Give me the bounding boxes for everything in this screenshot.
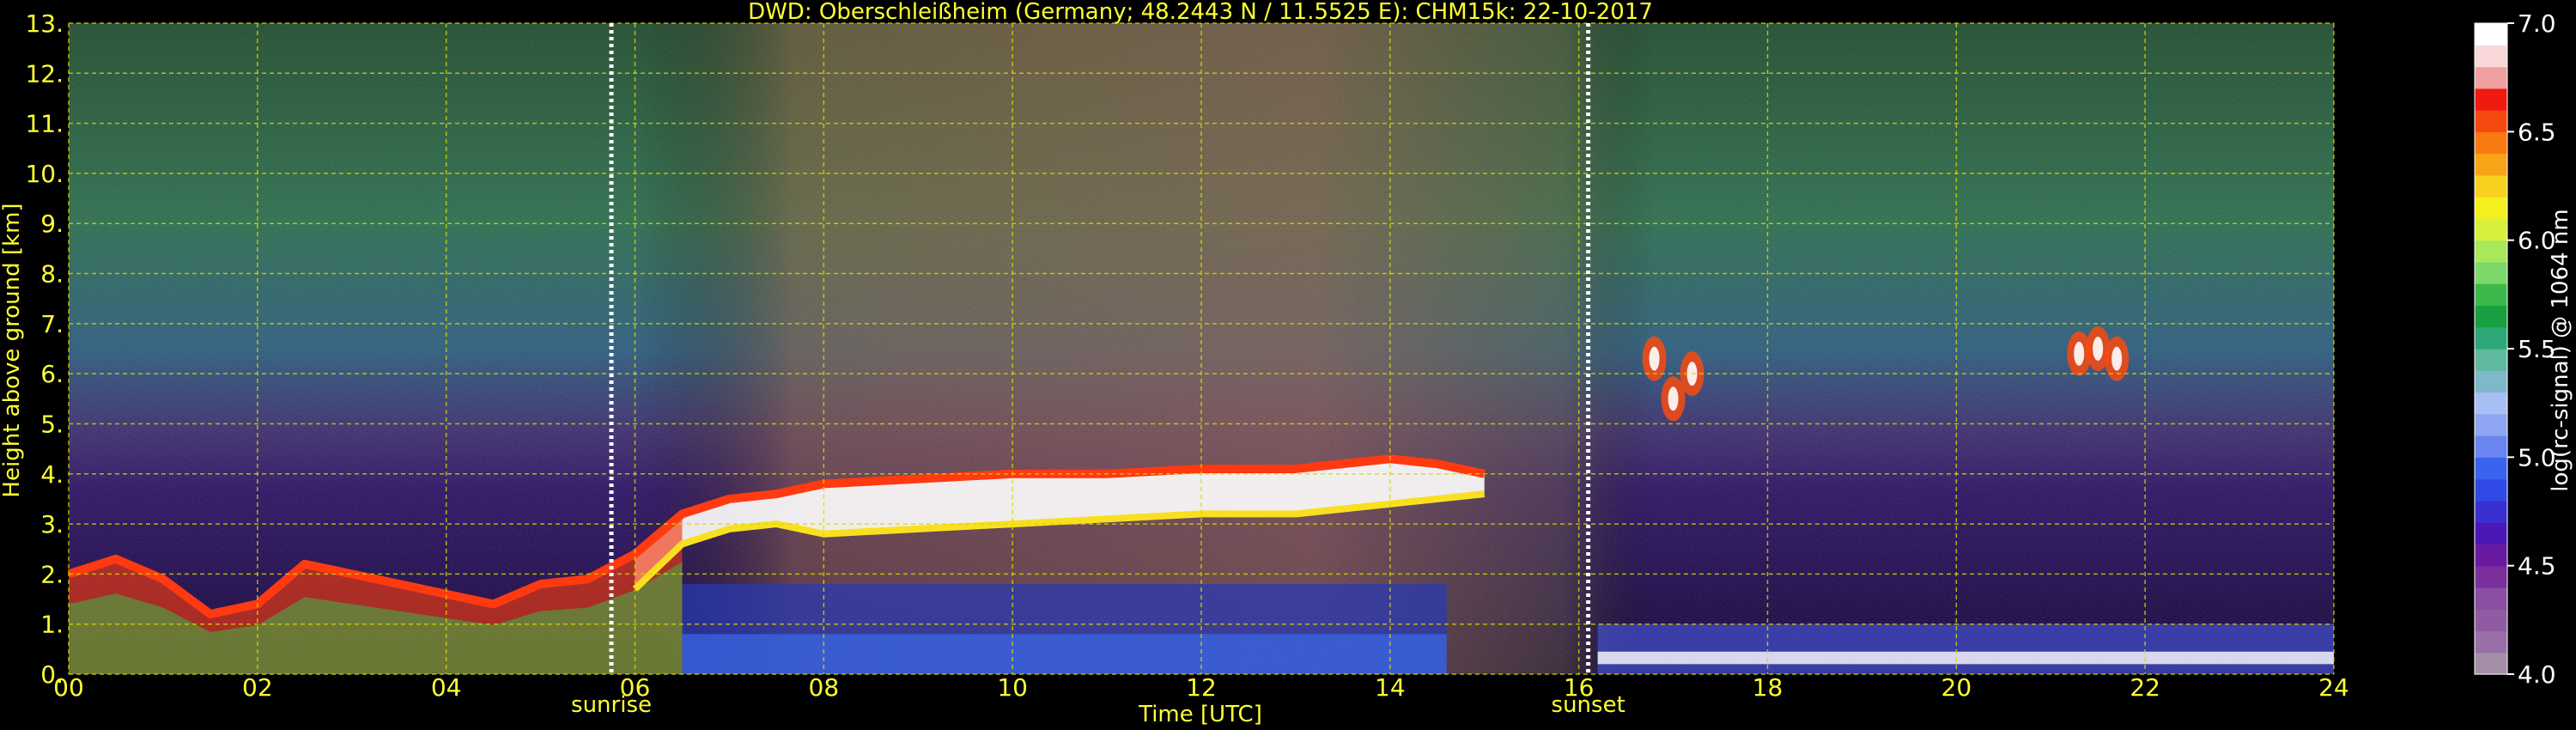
colorbar-segment <box>2475 392 2507 415</box>
x-tick-label: 18 <box>1753 673 1783 702</box>
y-tick-label: 7. <box>40 310 64 338</box>
colorbar-segment <box>2475 587 2507 610</box>
colorbar-segment <box>2475 218 2507 241</box>
x-axis-label: Time [UTC] <box>1138 702 1262 727</box>
colorbar-segment <box>2475 457 2507 480</box>
x-tick-label: 20 <box>1941 673 1972 702</box>
x-tick-label: 12 <box>1186 673 1217 702</box>
x-tick-label: 10 <box>997 673 1028 702</box>
colorbar-segment <box>2475 478 2507 502</box>
colorbar-segment <box>2475 45 2507 68</box>
x-tick-labels: 00 02 04 06 08 10 12 14 16 18 20 22 24 <box>53 673 2349 702</box>
y-tick-label: 2. <box>40 560 64 588</box>
x-tick-label: 24 <box>2318 673 2349 702</box>
colorbar-segment <box>2475 110 2507 132</box>
colorbar-label: log(rc-signal) @ 1064 nm <box>2548 209 2573 491</box>
x-tick-label: 14 <box>1375 673 1406 702</box>
colorbar-segment <box>2475 153 2507 176</box>
colorbar-segment <box>2475 435 2507 458</box>
y-tick-label: 3. <box>40 510 64 538</box>
x-tick-label: 02 <box>242 673 273 702</box>
colorbar-segment <box>2475 652 2507 675</box>
y-axis-label: Height above ground [km] <box>0 203 25 497</box>
colorbar-segment <box>2475 349 2507 371</box>
cloud-core <box>2111 346 2123 371</box>
colorbar-segment <box>2475 197 2507 219</box>
x-tick-label: 16 <box>1564 673 1595 702</box>
colorbar-segment <box>2475 131 2507 155</box>
colorbar-segment <box>2475 174 2507 198</box>
y-tick-label: 1. <box>40 611 64 639</box>
colorbar-segment <box>2475 565 2507 588</box>
x-tick-label: 06 <box>620 673 651 702</box>
colorbar-segment <box>2475 413 2507 436</box>
colorbar-tick-label: 4.0 <box>2518 660 2556 689</box>
y-tick-label: 9. <box>40 210 64 238</box>
y-tick-label: 10. <box>25 160 64 188</box>
x-tick-label: 04 <box>431 673 462 702</box>
colorbar-segment <box>2475 326 2507 350</box>
cloud-core <box>1668 386 1679 411</box>
chart-title: DWD: Oberschleißheim (Germany; 48.2443 N… <box>748 0 1653 25</box>
colorbar-segment <box>2475 261 2507 284</box>
y-tick-labels: 0. 1. 2. 3. 4. 5. 6. 7. 8. 9. 10. 11. 12. 13. <box>25 9 64 689</box>
y-tick-label: 13. <box>25 9 64 38</box>
colorbar-segment <box>2475 283 2507 307</box>
colorbar-segment <box>2475 609 2507 632</box>
y-tick-label: 8. <box>40 260 64 289</box>
colorbar-segment <box>2475 23 2507 46</box>
colorbar-tick-label: 6.5 <box>2518 118 2556 146</box>
colorbar-segment <box>2475 305 2507 328</box>
cloud-core <box>2074 341 2085 366</box>
colorbar <box>2474 22 2508 675</box>
evening-surface-bright <box>1597 651 2334 665</box>
cloud-core <box>1649 346 1660 371</box>
x-tick-label: 22 <box>2129 673 2160 702</box>
colorbar-segment <box>2475 240 2507 263</box>
y-tick-label: 5. <box>40 410 64 438</box>
surface-layer-band <box>682 634 1447 674</box>
y-tick-label: 4. <box>40 460 64 489</box>
y-tick-label: 6. <box>40 360 64 388</box>
evening-surface-layer <box>1597 624 2334 674</box>
colorbar-segment <box>2475 88 2507 111</box>
colorbar-segment <box>2475 522 2507 544</box>
y-tick-label: 12. <box>25 59 64 88</box>
cloud-core <box>2093 337 2104 361</box>
y-tick-label: 0. <box>40 660 64 689</box>
colorbar-segment <box>2475 544 2507 567</box>
colorbar-segment <box>2475 500 2507 523</box>
colorbar-segment <box>2475 370 2507 393</box>
colorbar-tick-label: 7.0 <box>2518 9 2556 38</box>
x-tick-label: 08 <box>809 673 840 702</box>
y-tick-label: 11. <box>25 110 64 138</box>
colorbar-segment <box>2475 630 2507 654</box>
colorbar-segment <box>2475 66 2507 89</box>
colorbar-tick-label: 4.5 <box>2518 552 2556 581</box>
ceilometer-chart: sunrise sunset 00 02 04 06 08 10 12 14 16 18 20 22 24… <box>0 0 2573 727</box>
